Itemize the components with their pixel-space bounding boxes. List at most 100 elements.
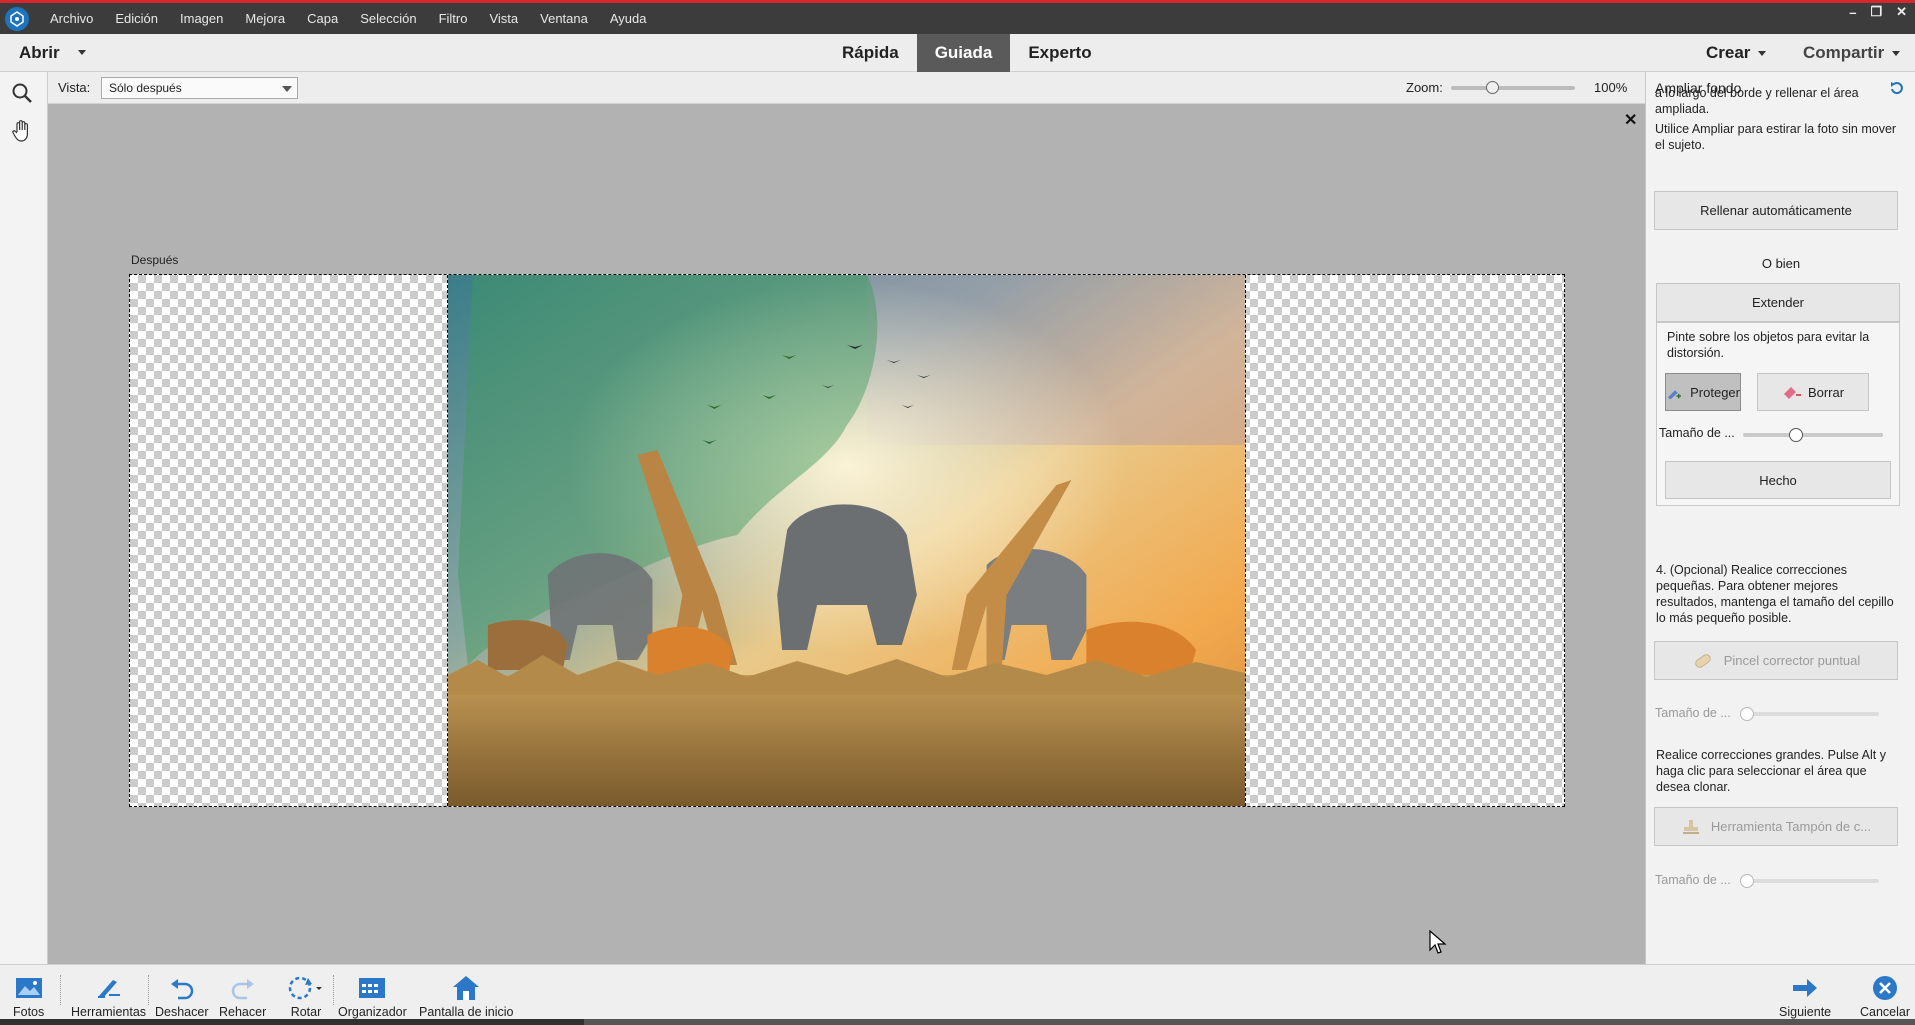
protect-label: Proteger [1690,384,1740,400]
home-screen-button[interactable]: Pantalla de inicio [419,971,514,1019]
tab-guiada[interactable]: Guiada [916,34,1011,72]
safari-animals-photo [447,275,1246,806]
spot-healing-button[interactable]: Pincel corrector puntual [1654,641,1898,680]
hand-icon [12,120,28,142]
clone-stamp-label: Herramienta Tampón de c... [1710,819,1872,834]
menu-bar: Archivo Edición Imagen Mejora Capa Selec… [0,3,1915,34]
tab-rapida[interactable]: Rápida [824,34,917,72]
done-button[interactable]: Hecho [1665,461,1891,499]
view-select[interactable]: Sólo después [101,77,298,99]
close-view-icon[interactable]: ✕ [1624,110,1637,130]
after-view-label: Después [131,253,179,267]
create-label: Crear [1706,43,1751,62]
options-bar: Vista: Sólo después Zoom: 100% [48,72,1645,104]
share-menu[interactable]: Compartir [1803,34,1901,72]
stamp-icon [1682,819,1699,834]
menu-mejora[interactable]: Mejora [234,11,296,26]
view-select-value: Sólo después [109,81,182,95]
organizer-button[interactable]: Organizador [338,971,407,1019]
guided-panel: Ampliar fondo a lo largo del borde y rel… [1645,72,1915,964]
photos-label: Fotos [13,1005,45,1019]
cancel-label: Cancelar [1860,1005,1911,1019]
open-button[interactable]: Abrir [19,34,60,72]
clone-size-handle[interactable] [1739,874,1754,888]
chevron-down-icon [1892,51,1901,57]
eraser-icon [1783,387,1801,399]
undo-button[interactable]: Deshacer [155,971,209,1019]
tools-icon [97,980,120,998]
menu-ventana[interactable]: Ventana [529,11,599,26]
or-label: O bien [1761,256,1801,271]
zoom-label: Zoom: [1406,80,1443,95]
app-logo-icon[interactable] [5,6,29,31]
clone-size-label: Tamaño de ... [1655,873,1731,887]
taskbar-strip [0,1019,1915,1025]
tab-experto[interactable]: Experto [1010,34,1109,72]
share-label: Compartir [1803,43,1885,62]
mode-tabs: Rápida Guiada Experto [824,34,1110,72]
view-label: Vista: [58,80,91,95]
panel-ampliar-text: Utilice Ampliar para estirar la foto sin… [1655,122,1897,152]
zoom-tool[interactable] [2,76,42,110]
arrow-right-icon [1793,979,1818,997]
autofill-button[interactable]: Rellenar automáticamente [1654,191,1898,230]
cancel-button[interactable]: Cancelar [1860,971,1910,1019]
canvas-area[interactable]: ✕ Después [48,104,1645,964]
menu-edicion[interactable]: Edición [104,11,169,26]
protect-hint: Pinte sobre los objetos para evitar la d… [1667,330,1870,360]
step4-text: 4. (Opcional) Realice correcciones peque… [1656,563,1894,625]
photos-button[interactable]: Fotos [13,971,44,1019]
undo-label: Deshacer [155,1005,209,1019]
tool-column [0,72,48,964]
minimize-icon[interactable]: – [1849,5,1856,20]
spot-size-handle[interactable] [1739,707,1754,721]
menu-seleccion[interactable]: Selección [349,11,427,26]
mouse-cursor-icon [1429,930,1447,954]
rotate-button[interactable]: Rotar [287,971,325,1019]
spot-size-slider[interactable] [1739,707,1879,721]
menu-vista[interactable]: Vista [478,11,529,26]
brush-size-slider[interactable] [1743,428,1883,442]
create-menu[interactable]: Crear [1706,34,1767,72]
erase-button[interactable]: Borrar [1757,373,1869,411]
close-window-icon[interactable]: ✕ [1896,4,1907,20]
next-label: Siguiente [1779,1005,1832,1019]
document-canvas[interactable] [129,274,1565,807]
open-dropdown-icon[interactable] [78,50,86,55]
bottom-bar: Fotos Herramientas Deshacer Rehacer Rota… [0,964,1915,1025]
spot-healing-label: Pincel corrector puntual [1723,653,1861,668]
home-icon [453,976,480,1000]
chevron-down-icon [282,86,292,92]
extend-button[interactable]: Extender [1656,283,1900,322]
panel-intro-text: a lo largo del borde y rellenar el área … [1655,86,1859,116]
protect-button[interactable]: Proteger [1665,373,1741,411]
separator [333,975,334,1005]
menu-ayuda[interactable]: Ayuda [599,11,658,26]
menu-capa[interactable]: Capa [296,11,349,26]
rotate-icon [288,976,322,1000]
spot-size-label: Tamaño de ... [1655,706,1731,720]
tools-button[interactable]: Herramientas [71,971,146,1019]
clone-text: Realice correcciones grandes. Pulse Alt … [1656,748,1886,794]
menu-filtro[interactable]: Filtro [428,11,479,26]
window-controls: – ❐ ✕ [1849,3,1907,21]
next-button[interactable]: Siguiente [1779,971,1831,1019]
separator [148,975,149,1005]
redo-label: Rehacer [219,1005,267,1019]
search-icon [12,83,32,103]
extend-options: Pinte sobre los objetos para evitar la d… [1656,322,1900,506]
bandage-icon [1694,653,1711,668]
zoom-slider[interactable] [1451,81,1575,94]
undo-icon [170,979,193,1000]
menu-imagen[interactable]: Imagen [169,11,234,26]
brush-size-handle[interactable] [1789,428,1804,442]
hand-tool[interactable] [2,114,42,148]
organizer-label: Organizador [338,1005,407,1019]
menu-archivo[interactable]: Archivo [39,11,104,26]
restore-icon[interactable]: ❐ [1870,4,1882,20]
organizer-icon [359,978,386,998]
clone-stamp-button[interactable]: Herramienta Tampón de c... [1654,807,1898,846]
zoom-slider-handle[interactable] [1486,81,1500,94]
redo-button[interactable]: Rehacer [219,971,266,1019]
clone-size-slider[interactable] [1739,874,1879,888]
